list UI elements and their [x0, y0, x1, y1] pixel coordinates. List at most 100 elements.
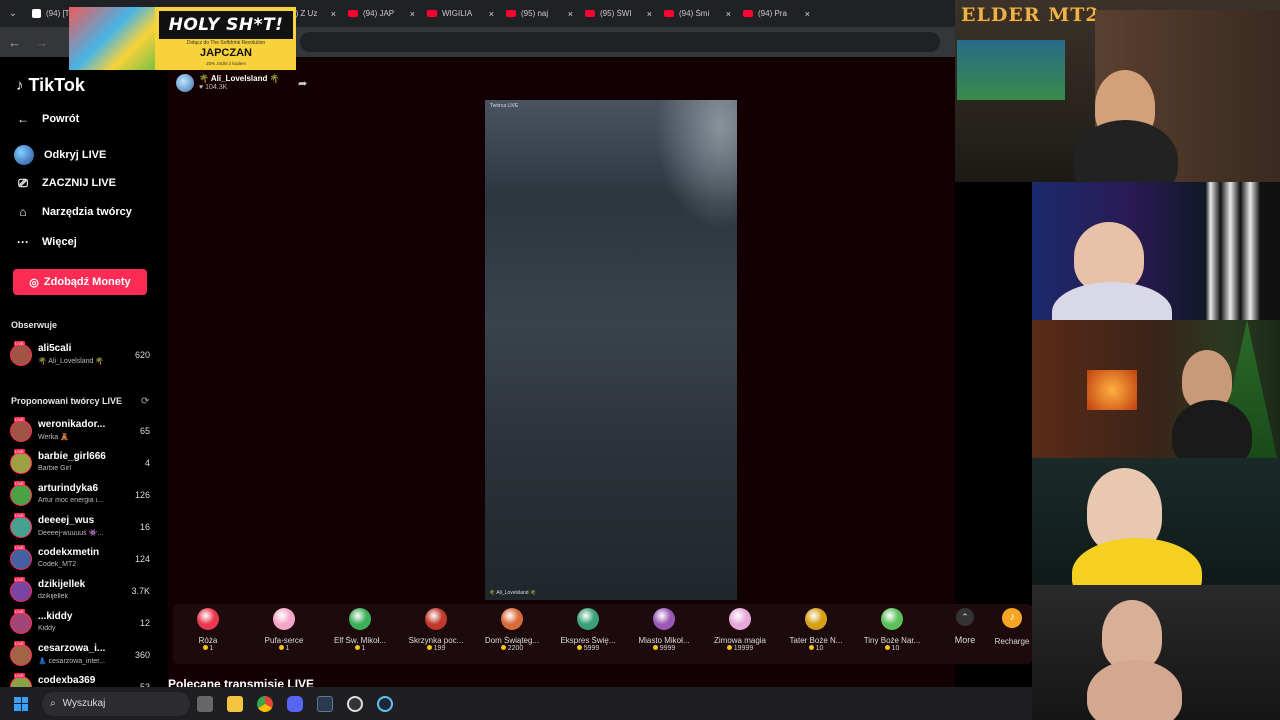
creator-row[interactable]: LIVE arturindyka6 Artur moc energia i... 12…	[10, 481, 152, 510]
recharge-button[interactable]: ♪ Recharge	[991, 608, 1033, 646]
refresh-icon[interactable]: ⟳	[141, 396, 149, 407]
gift-item[interactable]: Ekspres Świę... 5999	[551, 608, 625, 660]
creator-name: codekxmetin	[38, 547, 100, 558]
get-coins-button[interactable]: ◎ Zdobądź Monety	[13, 269, 147, 295]
sidebar-nav-item[interactable]: ⌂ Narzędzia twórcy	[14, 203, 164, 221]
creator-row[interactable]: LIVE ali5cali 🌴 Ali_Lovelsland 🌴 620	[10, 341, 152, 370]
creator-subtitle: Werka 🧸	[38, 434, 69, 441]
gift-item[interactable]: Miasto Mikoł... 9999	[627, 608, 701, 660]
creator-row[interactable]: LIVE ...kiddy Kiddy 12	[10, 609, 152, 638]
tiktok-note-icon: ♪	[16, 77, 24, 94]
address-bar[interactable]	[300, 32, 940, 52]
close-icon[interactable]: ×	[568, 9, 573, 19]
gift-price-value: 10	[815, 645, 824, 652]
gift-price-value: 2200	[507, 645, 524, 652]
creator-subtitle: Artur moc energia i...	[38, 497, 103, 504]
creator-row[interactable]: LIVE weronikador... Werka 🧸 65	[10, 417, 152, 446]
host-name[interactable]: 🌴 Ali_Lovelsland 🌴	[199, 74, 280, 83]
back-icon[interactable]: ←	[8, 35, 21, 50]
sidebar-nav-label: Narzędzia twórcy	[42, 206, 132, 218]
steam-icon[interactable]	[370, 687, 400, 720]
live-video[interactable]: Twórca LIVE 🌴 Ali_Lovelsland 🌴	[485, 100, 737, 600]
file-explorer-icon[interactable]	[220, 687, 250, 720]
browser-tab[interactable]: WIGILIA ×	[421, 0, 500, 27]
gift-icon	[501, 608, 523, 630]
avatar: LIVE	[10, 513, 32, 538]
viewer-count: 360	[134, 650, 150, 660]
gift-item[interactable]: Tiny Boże Nar... 10	[855, 608, 929, 660]
gift-price-value: 1	[209, 645, 214, 652]
close-icon[interactable]: ×	[410, 9, 415, 19]
host-avatar[interactable]	[176, 74, 194, 92]
live-badge: LIVE	[14, 513, 25, 518]
live-badge: LIVE	[14, 449, 25, 454]
chrome-icon[interactable]	[250, 687, 280, 720]
obs-icon[interactable]	[340, 687, 370, 720]
share-icon[interactable]: ➦	[298, 77, 307, 90]
browser-tab[interactable]: (94) Pra ×	[737, 0, 816, 27]
gift-item[interactable]: Róża 1	[171, 608, 245, 660]
sidebar: ♪ TikTok ← Powrót Odkryj LIVE ⎚ ZACZNIJ LIVE…	[0, 57, 168, 687]
creator-name: ...kiddy	[38, 611, 73, 622]
sidebar-nav-item[interactable]: ⎚ ZACZNIJ LIVE	[14, 174, 164, 192]
creator-name: cesarzowa_i...	[38, 643, 106, 654]
forward-icon[interactable]: →	[35, 35, 48, 50]
taskbar-search[interactable]: ⌕ Wyszukaj	[42, 691, 190, 716]
gift-name: Elf Św. Mikoł...	[333, 636, 386, 645]
coin-icon: ♪	[1002, 608, 1022, 628]
browser-tab[interactable]: (94) Śmi ×	[658, 0, 737, 27]
creator-row[interactable]: LIVE codexba369 53	[10, 673, 152, 687]
browser-tab[interactable]: (95) naj ×	[500, 0, 579, 27]
avatar: LIVE	[10, 417, 32, 442]
browser-tab[interactable]: (95) ŚWI ×	[579, 0, 658, 27]
gift-price: 10	[779, 645, 853, 652]
avatar: LIVE	[10, 609, 32, 634]
gift-item[interactable]: Pufa-serce 1	[247, 608, 321, 660]
close-icon[interactable]: ×	[805, 9, 810, 19]
gift-icon	[729, 608, 751, 630]
viewer-count: 65	[139, 426, 150, 436]
gift-price: 2200	[475, 645, 549, 652]
tiktok-logo[interactable]: ♪ TikTok	[16, 75, 85, 96]
close-icon[interactable]: ×	[489, 9, 494, 19]
gift-item[interactable]: Zimowa magia 19999	[703, 608, 777, 660]
gift-icon	[273, 608, 295, 630]
gift-icon	[881, 608, 903, 630]
creator-row[interactable]: LIVE codekxmetin Codek_MT2 124	[10, 545, 152, 574]
gift-price-value: 9999	[659, 645, 676, 652]
browser-tab[interactable]: (94) JAP ×	[342, 0, 421, 27]
gift-item[interactable]: Dom Świąteg... 2200	[475, 608, 549, 660]
avatar: LIVE	[10, 641, 32, 666]
app-icon[interactable]	[310, 687, 340, 720]
creator-row[interactable]: LIVE cesarzowa_i... 👗 cesarzowa_inter... 36…	[10, 641, 152, 670]
gift-price-value: 19999	[733, 645, 754, 652]
live-badge: LIVE	[14, 577, 25, 582]
windows-start-icon[interactable]	[0, 687, 42, 720]
close-icon[interactable]: ×	[726, 9, 731, 19]
creator-row[interactable]: LIVE dzikijellek dzikijellek 3.7K	[10, 577, 152, 606]
discord-icon[interactable]	[280, 687, 310, 720]
gift-item[interactable]: Elf Św. Mikoł... 1	[323, 608, 397, 660]
task-view-icon[interactable]	[190, 687, 220, 720]
more-gifts-button[interactable]: ⌃ More	[945, 608, 985, 645]
gift-price: 10	[855, 645, 929, 652]
promo-fine-print: 20% zniżki z kodem	[206, 61, 246, 66]
close-icon[interactable]: ×	[647, 9, 652, 19]
sidebar-nav-label: Odkryj LIVE	[44, 149, 107, 161]
creator-row[interactable]: LIVE barbie_girl666 Barbie Girl 4	[10, 449, 152, 478]
gift-price: 1	[171, 645, 245, 652]
gift-item[interactable]: Tater Boże N... 10	[779, 608, 853, 660]
close-icon[interactable]: ×	[331, 9, 336, 19]
webcam-guest-1	[1032, 182, 1280, 320]
tab-search-icon[interactable]: ⌄	[0, 0, 26, 27]
sidebar-nav-item[interactable]: Odkryj LIVE	[14, 145, 164, 165]
sidebar-nav-item[interactable]: ← Powrót	[14, 110, 164, 128]
arrow-left-icon: ←	[17, 112, 29, 126]
sidebar-nav-item[interactable]: ··· Więcej	[14, 233, 164, 251]
home-icon: ⌂	[19, 205, 27, 219]
gift-item[interactable]: Skrzynka poc... 199	[399, 608, 473, 660]
creator-subtitle: Codek_MT2	[38, 561, 77, 568]
creator-row[interactable]: LIVE deeeej_wus Deeeej-wuuuuś 👾... 16	[10, 513, 152, 542]
gift-price-value: 10	[891, 645, 900, 652]
live-badge: LIVE	[14, 481, 25, 486]
